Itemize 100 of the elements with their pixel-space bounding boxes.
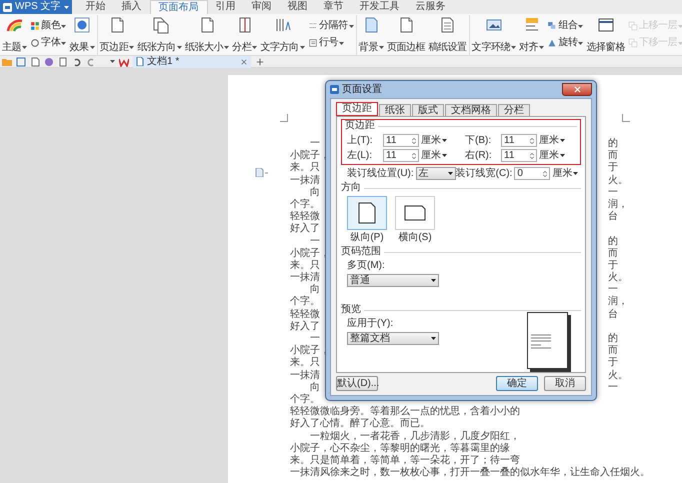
spinner-icon[interactable] bbox=[528, 136, 536, 144]
menu-tab[interactable]: 章节 bbox=[316, 0, 352, 14]
menu-tab[interactable]: 开发工具 bbox=[352, 0, 408, 14]
caret-icon bbox=[431, 337, 436, 340]
caret-icon bbox=[224, 46, 230, 49]
unit-dropdown[interactable]: 厘米 bbox=[421, 150, 447, 162]
caret-icon bbox=[442, 139, 447, 142]
dialog-button[interactable]: 取消 bbox=[544, 376, 586, 391]
spinner-icon[interactable] bbox=[410, 152, 418, 160]
spinner-icon[interactable] bbox=[528, 152, 536, 160]
field-label: 右(R): bbox=[465, 150, 493, 162]
body-text: 台 bbox=[608, 308, 618, 321]
menu-tab[interactable]: 开始 bbox=[78, 0, 114, 14]
unit-dropdown[interactable]: 厘米 bbox=[552, 168, 578, 180]
dropdown[interactable]: 整篇文档 bbox=[347, 332, 439, 345]
unit-dropdown[interactable]: 厘米 bbox=[539, 150, 565, 162]
close-icon[interactable] bbox=[240, 58, 248, 66]
ribbon-button[interactable]: 页面边框 bbox=[386, 16, 426, 54]
body-text: 而 bbox=[608, 248, 618, 260]
dropdown[interactable]: 普通 bbox=[347, 274, 439, 287]
redo-icon[interactable] bbox=[86, 56, 96, 66]
dropdown[interactable]: 左 bbox=[416, 167, 456, 180]
input-field[interactable]: 11 bbox=[383, 134, 419, 147]
dialog-tab[interactable]: 纸张 bbox=[379, 104, 411, 116]
rotate-icon bbox=[547, 38, 558, 48]
body-text: 火。 bbox=[608, 272, 628, 284]
dialog-tab[interactable]: 文档网格 bbox=[445, 104, 497, 116]
input-field[interactable]: 11 bbox=[501, 149, 537, 162]
orientation-option[interactable] bbox=[347, 196, 387, 230]
ribbon-button[interactable]: 分隔符 bbox=[308, 18, 354, 34]
ribbon-button[interactable]: 稿纸设置 bbox=[428, 16, 467, 54]
input-field[interactable]: 0 bbox=[514, 167, 550, 180]
ribbon-button[interactable]: 选择窗格 bbox=[586, 16, 625, 54]
print-icon[interactable] bbox=[44, 56, 54, 66]
unit-dropdown[interactable]: 厘米 bbox=[421, 134, 447, 146]
dialog-tab[interactable]: 版式 bbox=[412, 104, 444, 116]
caret-icon[interactable] bbox=[110, 60, 115, 63]
body-text: 个字。 bbox=[290, 198, 320, 211]
body-text: 而 bbox=[608, 150, 618, 162]
body-text: 的 bbox=[608, 333, 618, 345]
ribbon-button[interactable]: 文字方向 bbox=[260, 16, 305, 54]
app-logo-icon[interactable] bbox=[119, 56, 129, 66]
caret-icon bbox=[539, 46, 544, 49]
ribbon-button[interactable]: 背景 bbox=[358, 16, 384, 54]
field-label: 装订线位置(U): bbox=[347, 168, 414, 180]
menu-tab[interactable]: 云服务 bbox=[408, 0, 454, 14]
field-label: 多页(M): bbox=[347, 260, 386, 272]
ribbon-button[interactable]: 主题 bbox=[2, 16, 28, 54]
spinner-icon[interactable] bbox=[541, 170, 550, 178]
field-label: 纵向(P) bbox=[350, 232, 384, 244]
ribbon-button[interactable]: 页边距 bbox=[100, 16, 134, 54]
body-text: 来。只 bbox=[290, 260, 320, 272]
section-heading: 方向 bbox=[341, 182, 361, 194]
ribbon-button[interactable]: 颜色 bbox=[30, 18, 66, 34]
dialog-button[interactable]: 默认(D)... bbox=[336, 376, 378, 391]
ribbon-button[interactable]: 纸张大小 bbox=[184, 16, 230, 54]
input-field[interactable]: 11 bbox=[383, 149, 419, 162]
layer-down-icon bbox=[628, 38, 638, 48]
ribbon-button[interactable]: 字体 bbox=[30, 34, 66, 52]
body-text: 润， bbox=[608, 296, 628, 308]
ribbon-button[interactable]: 文字环绕 bbox=[472, 16, 516, 54]
ribbon-button[interactable]: 对齐 bbox=[519, 16, 544, 54]
preview-icon[interactable] bbox=[58, 56, 68, 66]
document-tab[interactable]: 文档1 * bbox=[133, 56, 251, 68]
menu-tab[interactable]: 插入 bbox=[114, 0, 150, 14]
caret-icon bbox=[378, 46, 384, 49]
ribbon-button[interactable]: 行号 bbox=[308, 34, 354, 52]
ribbon-button[interactable]: 纸张方向 bbox=[137, 16, 182, 54]
dialog-tab[interactable]: 页边距 bbox=[336, 102, 378, 116]
input-field[interactable]: 11 bbox=[501, 134, 537, 147]
body-text: 好入了 bbox=[290, 223, 320, 236]
close-button[interactable] bbox=[562, 83, 592, 96]
dialog-tab[interactable]: 分栏 bbox=[498, 104, 530, 116]
menu-tab[interactable]: 视图 bbox=[280, 0, 316, 14]
ribbon-button[interactable]: 分栏 bbox=[232, 16, 258, 54]
spinner-icon[interactable] bbox=[410, 136, 418, 144]
body-text: 润， bbox=[608, 198, 628, 210]
menu-tab[interactable]: 审阅 bbox=[244, 0, 280, 14]
ribbon-button[interactable]: 旋转 bbox=[547, 34, 584, 52]
ribbon-button[interactable]: 组合 bbox=[547, 18, 584, 34]
save-icon[interactable] bbox=[16, 56, 26, 66]
section-heading: 页边距 bbox=[345, 120, 375, 132]
new-tab-icon[interactable] bbox=[255, 56, 265, 66]
body-text: 台 bbox=[608, 211, 618, 224]
body-text: 火。 bbox=[608, 370, 628, 382]
body-text: 来。只是简单着，等简单，等一朵花，开了；待一弯 bbox=[290, 454, 520, 466]
menu-tab[interactable]: 页面布局 bbox=[150, 0, 208, 14]
menu-tab[interactable]: 引用 bbox=[208, 0, 244, 14]
app-menu-button[interactable]: WPS 文字 bbox=[0, 0, 72, 14]
undo-icon[interactable] bbox=[72, 56, 82, 66]
ribbon-button[interactable]: 效果 bbox=[69, 16, 95, 54]
body-text: 而 bbox=[608, 345, 618, 357]
caret-icon bbox=[176, 46, 182, 49]
orientation-option[interactable] bbox=[395, 196, 435, 230]
body-text: 一抹清风徐来之时，数一枚枚心事，打开一叠一叠的似水年华，让生命入任烟火。 bbox=[290, 467, 650, 480]
body-text: 小院子，心不杂尘，等黎明的曙光，等暮霭里的缘 bbox=[290, 442, 510, 454]
dialog-title: 页面设置 bbox=[342, 84, 382, 96]
dialog-button[interactable]: 确定 bbox=[496, 376, 538, 391]
body-text: 一 bbox=[608, 382, 618, 394]
unit-dropdown[interactable]: 厘米 bbox=[539, 134, 565, 146]
